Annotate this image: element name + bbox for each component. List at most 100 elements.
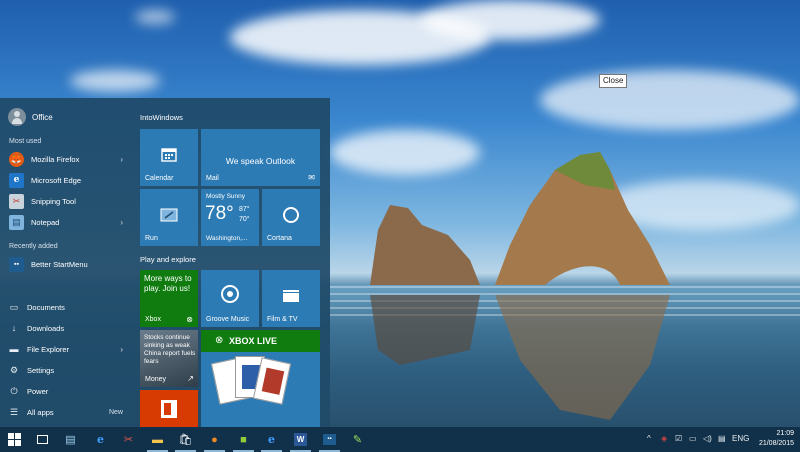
- chevron-right-icon[interactable]: ›: [120, 155, 123, 164]
- tile-xbox-live-game[interactable]: XBOX LIVE ⊗: [201, 330, 320, 427]
- file-explorer-icon: ▬: [152, 433, 163, 446]
- network-icon[interactable]: ▭: [689, 434, 697, 443]
- app-label: Notepad: [31, 217, 60, 227]
- app-mozilla-firefox[interactable]: 🦊 Mozilla Firefox ›: [9, 150, 127, 168]
- system-item-all-apps[interactable]: ☰ All apps New: [9, 404, 127, 420]
- app-microsoft-edge[interactable]: e Microsoft Edge: [9, 171, 127, 189]
- run-icon: [160, 208, 178, 222]
- xbox-logo-icon: ⊗: [186, 315, 193, 324]
- recently-added-label: Recently added: [9, 243, 58, 250]
- taskbar-app-better-startmenu[interactable]: ▪▪: [319, 431, 340, 452]
- taskbar-app-ie[interactable]: e: [261, 431, 282, 452]
- notepad-icon: ▤: [65, 434, 76, 446]
- system-item-label: Settings: [27, 365, 55, 375]
- system-item-power[interactable]: ⏻ Power: [9, 383, 127, 399]
- taskbar-app-paint[interactable]: ✎: [349, 431, 366, 448]
- user-account[interactable]: Office: [8, 108, 53, 126]
- internet-explorer-icon: e: [268, 433, 275, 446]
- taskbar-app-firefox[interactable]: ●: [204, 431, 225, 452]
- taskbar-app-notepad[interactable]: ▤: [62, 431, 79, 448]
- weather-location: Washington,...: [206, 235, 248, 242]
- start-button[interactable]: [6, 431, 23, 448]
- group-title-intowindows[interactable]: IntoWindows: [140, 113, 183, 122]
- tile-run[interactable]: Run: [140, 189, 198, 246]
- notifications-icon[interactable]: ▤: [718, 434, 726, 443]
- weather-temp: 78°: [205, 203, 234, 224]
- tile-label: Film & TV: [267, 316, 298, 323]
- start-menu-tiles: IntoWindows Calendar We speak Outlook Ma…: [140, 98, 330, 427]
- file-explorer-icon: ▬: [9, 344, 19, 354]
- system-item-label: Downloads: [27, 323, 65, 333]
- tile-cortana[interactable]: Cortana: [262, 189, 320, 246]
- film-tv-icon: [283, 290, 299, 302]
- cloud: [540, 70, 800, 130]
- taskbar-app-edge[interactable]: e: [92, 431, 109, 448]
- tile-office[interactable]: [140, 390, 198, 427]
- system-item-settings[interactable]: ⚙ Settings: [9, 362, 127, 378]
- xbox-promo: More ways to play. Join us!: [144, 274, 192, 293]
- paint-icon: ✎: [352, 434, 363, 446]
- tooltip: Close: [599, 74, 628, 88]
- volume-icon[interactable]: ◁): [703, 434, 712, 443]
- tile-film-tv[interactable]: Film & TV: [262, 270, 320, 327]
- tile-calendar[interactable]: Calendar: [140, 129, 198, 186]
- language-indicator[interactable]: ENG: [732, 434, 749, 443]
- settings-icon: ⚙: [9, 364, 19, 375]
- clock[interactable]: 21:09 21/08/2015: [759, 429, 794, 449]
- groove-music-icon: [221, 285, 239, 303]
- tile-money[interactable]: Stocks continue sinking as weak China re…: [140, 330, 198, 387]
- app-better-startmenu[interactable]: ▪▪ Better StartMenu: [9, 255, 127, 273]
- firefox-icon: ●: [211, 433, 218, 446]
- tile-label: Calendar: [145, 175, 174, 182]
- xbox-logo-icon: ⊗: [215, 335, 224, 346]
- tile-weather[interactable]: Mostly Sunny 78° 87° 70° Washington,...: [201, 189, 259, 246]
- cloud: [135, 10, 175, 24]
- cortana-icon: [283, 207, 299, 223]
- taskbar-app-snipping-tool[interactable]: ✂: [120, 431, 137, 448]
- app-icon: ■: [240, 433, 247, 446]
- rock-arch: [370, 152, 670, 420]
- system-item-file-explorer[interactable]: ▬ File Explorer ›: [9, 341, 127, 357]
- taskbar-app-green[interactable]: ■: [233, 431, 254, 452]
- show-hidden-icons[interactable]: ^: [647, 434, 651, 443]
- money-headline: Stocks continue sinking as weak China re…: [144, 334, 196, 365]
- taskbar-app-store[interactable]: 🛍: [175, 431, 196, 452]
- clock-time: 21:09: [776, 430, 794, 437]
- xbox-live-label: XBOX LIVE: [229, 336, 278, 346]
- system-item-label: Documents: [27, 302, 65, 312]
- system-item-label: Power: [27, 386, 49, 396]
- tile-label: Cortana: [267, 235, 292, 242]
- tile-xbox[interactable]: More ways to play. Join us! Xbox ⊗: [140, 270, 198, 327]
- task-view-button[interactable]: [34, 431, 51, 448]
- tile-label: Money: [145, 376, 167, 383]
- weather-high: 87°: [239, 206, 250, 213]
- taskbar-app-file-explorer[interactable]: ▬: [147, 431, 168, 452]
- security-icon[interactable]: ◈: [661, 434, 667, 443]
- system-item-documents[interactable]: ▭ Documents: [9, 299, 127, 315]
- app-label: Better StartMenu: [31, 259, 88, 269]
- edge-icon: e: [97, 433, 104, 446]
- mail-envelope-icon: ✉: [308, 173, 315, 182]
- start-menu-left-pane: Office Most used 🦊 Mozilla Firefox › e M…: [0, 98, 134, 427]
- tile-mail[interactable]: We speak Outlook Mail ✉: [201, 129, 320, 186]
- tile-label: Mail: [206, 175, 219, 182]
- better-startmenu-icon: ▪▪: [9, 256, 24, 272]
- taskbar-app-word[interactable]: W: [290, 431, 311, 452]
- downloads-icon: ↓: [11, 323, 17, 333]
- group-title-play-and-explore[interactable]: Play and explore: [140, 255, 196, 264]
- store-icon: 🛍: [178, 434, 193, 446]
- chevron-right-icon[interactable]: ›: [120, 345, 123, 354]
- action-center-icon[interactable]: ☑: [675, 434, 682, 443]
- system-item-label: File Explorer: [27, 344, 70, 354]
- system-item-downloads[interactable]: ↓ Downloads: [9, 320, 127, 336]
- chevron-right-icon[interactable]: ›: [120, 218, 123, 227]
- app-notepad[interactable]: ▤ Notepad ›: [9, 213, 127, 231]
- tile-groove-music[interactable]: Groove Music: [201, 270, 259, 327]
- app-snipping-tool[interactable]: ✂ Snipping Tool: [9, 192, 127, 210]
- card-face: [261, 367, 285, 395]
- power-icon: ⏻: [10, 385, 18, 396]
- start-menu: Office Most used 🦊 Mozilla Firefox › e M…: [0, 98, 330, 427]
- user-name: Office: [32, 112, 53, 122]
- app-label: Mozilla Firefox: [31, 154, 80, 164]
- tile-label: Xbox: [145, 316, 161, 323]
